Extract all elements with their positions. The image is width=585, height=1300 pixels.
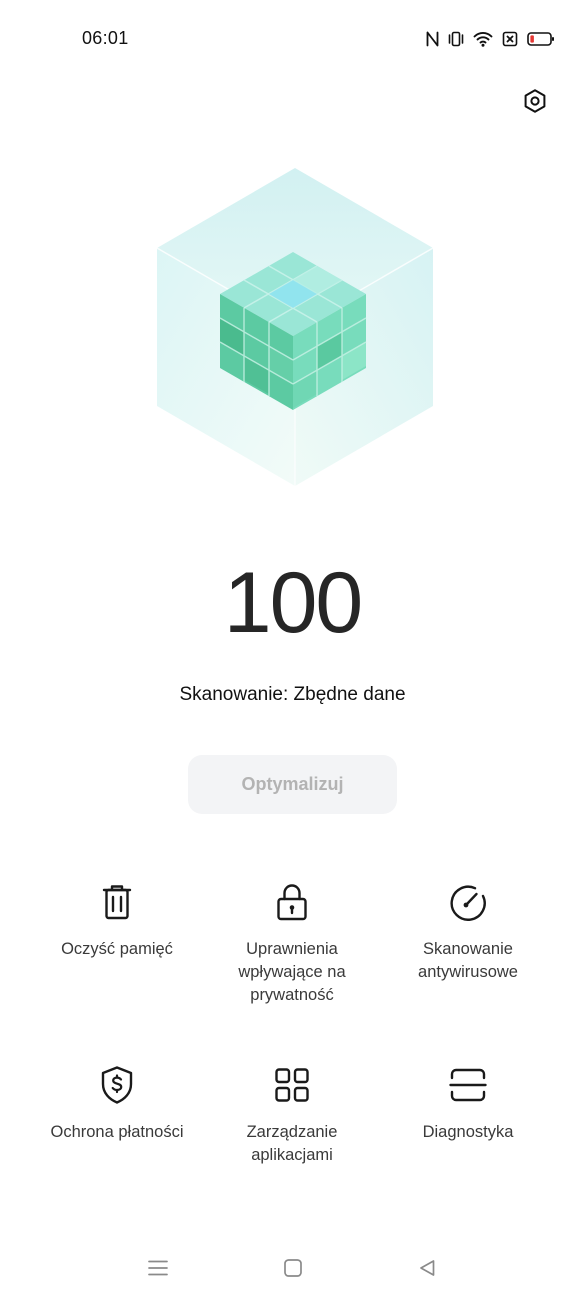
optimize-button[interactable]: Optymalizuj bbox=[188, 755, 397, 814]
navigation-bar bbox=[0, 1245, 585, 1295]
settings-button[interactable] bbox=[520, 88, 550, 118]
scan-status-text: Skanowanie: Zbędne dane bbox=[179, 684, 406, 705]
security-score: 100 bbox=[223, 555, 364, 651]
tool-label: Skanowanie antywirusowe bbox=[418, 940, 518, 981]
tool-label: Diagnostyka bbox=[422, 1123, 514, 1141]
tool-antivirus-scan[interactable]: Skanowanie antywirusowe bbox=[373, 882, 563, 984]
gauge-icon bbox=[448, 882, 488, 922]
trash-icon bbox=[97, 882, 137, 922]
sim-off-icon bbox=[502, 31, 518, 47]
cube-icon bbox=[156, 168, 434, 486]
tool-privacy-permissions[interactable]: Uprawnienia wpływające na prywatność bbox=[197, 882, 387, 1007]
back-button[interactable] bbox=[412, 1257, 442, 1283]
tool-diagnostics[interactable]: Diagnostyka bbox=[373, 1065, 563, 1144]
recent-apps-button[interactable] bbox=[143, 1257, 173, 1283]
tool-label: Uprawnienia wpływające na prywatność bbox=[238, 940, 346, 1004]
wifi-icon bbox=[473, 31, 493, 47]
shield-dollar-icon bbox=[97, 1065, 137, 1105]
battery-low-icon bbox=[527, 31, 555, 47]
status-icons bbox=[426, 27, 555, 51]
gear-icon bbox=[522, 88, 548, 119]
home-button[interactable] bbox=[278, 1257, 308, 1283]
status-bar: 06:01 bbox=[0, 0, 585, 80]
lock-icon bbox=[272, 882, 312, 922]
tool-label: Oczyść pamięć bbox=[61, 940, 173, 958]
security-cube-illustration bbox=[145, 160, 445, 495]
home-icon bbox=[283, 1258, 303, 1283]
status-time: 06:01 bbox=[82, 28, 129, 48]
nfc-icon bbox=[426, 31, 439, 47]
back-icon bbox=[417, 1258, 437, 1283]
apps-grid-icon bbox=[272, 1065, 312, 1105]
menu-icon bbox=[147, 1259, 169, 1282]
vibrate-icon bbox=[448, 31, 464, 47]
tool-app-management[interactable]: Zarządzanie aplikacjami bbox=[197, 1065, 387, 1167]
tool-label: Ochrona płatności bbox=[50, 1123, 184, 1141]
tool-payment-protection[interactable]: Ochrona płatności bbox=[22, 1065, 212, 1144]
tool-clean-storage[interactable]: Oczyść pamięć bbox=[22, 882, 212, 961]
tool-label: Zarządzanie aplikacjami bbox=[246, 1123, 338, 1164]
scan-frame-icon bbox=[448, 1065, 488, 1105]
